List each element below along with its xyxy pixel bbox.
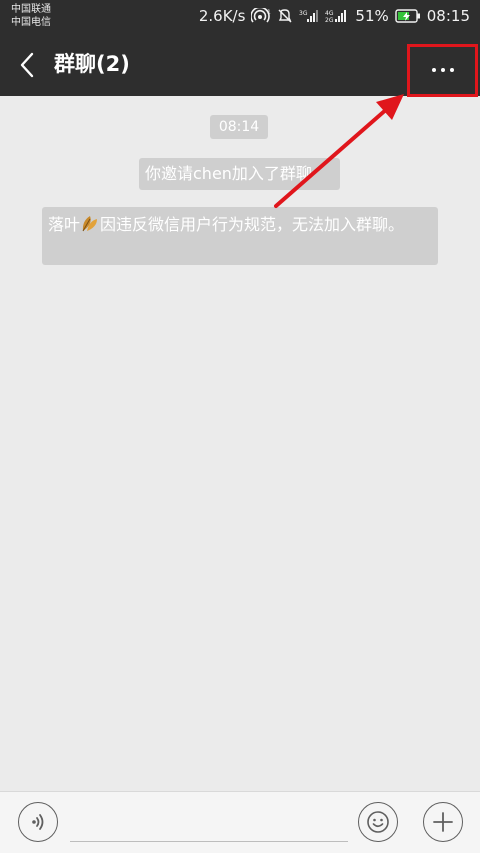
message-input[interactable] (70, 841, 348, 842)
carrier-1: 中国联通 (11, 4, 51, 15)
signal-4g-icon: 4G 2G (325, 8, 349, 24)
plus-button[interactable] (423, 802, 463, 842)
svg-text:2G: 2G (325, 17, 334, 24)
clock: 08:15 (426, 7, 470, 25)
status-indicators: 2.6K/s 1 3G 4G 2G 51% 08:15 (199, 6, 470, 26)
battery-percent: 51% (355, 7, 389, 25)
system-message-invite: 你邀请chen加入了群聊 (139, 158, 340, 190)
svg-text:3G: 3G (299, 10, 308, 17)
emoji-button[interactable] (358, 802, 398, 842)
mute-icon (277, 8, 293, 24)
battery-charging-icon (395, 9, 421, 23)
leaf-emoji-icon (80, 213, 100, 239)
chevron-left-icon (20, 52, 34, 78)
more-dots-icon (441, 67, 445, 72)
svg-text:4G: 4G (325, 10, 334, 17)
emoji-icon (367, 811, 389, 833)
hotspot-icon: 1 (251, 8, 271, 24)
status-bar: 中国联通 中国电信 2.6K/s 1 3G 4G 2G 51% 08:15 (0, 0, 480, 33)
message-timestamp: 08:14 (210, 115, 268, 139)
input-bar (0, 791, 480, 853)
more-button[interactable] (409, 44, 477, 95)
back-button[interactable] (10, 48, 44, 82)
svg-text:1: 1 (267, 9, 271, 16)
chat-title: 群聊(2) (54, 52, 130, 76)
voice-button[interactable] (18, 802, 58, 842)
more-dots-icon (432, 67, 436, 72)
chat-screen: 中国联通 中国电信 2.6K/s 1 3G 4G 2G 51% 08:15 群聊… (0, 0, 480, 853)
net-speed: 2.6K/s (198, 7, 246, 25)
voice-icon (32, 814, 44, 830)
member-name: 落叶 (48, 215, 81, 234)
chat-header: 群聊(2) (0, 33, 480, 97)
carrier-info: 中国联通 中国电信 (11, 3, 51, 29)
plus-icon (433, 812, 453, 832)
violation-text: 因违反微信用户行为规范，无法加入群聊。 (100, 215, 405, 234)
carrier-2: 中国电信 (11, 17, 51, 28)
signal-3g-icon: 3G (299, 8, 319, 24)
system-message-violation: 落叶 因违反微信用户行为规范，无法加入群聊。 (42, 207, 438, 265)
more-dots-icon (450, 67, 454, 72)
